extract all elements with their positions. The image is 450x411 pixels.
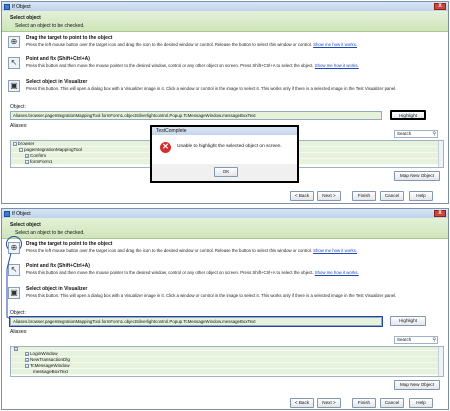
- option-drag-target: ⊕ Drag the target to point to the object…: [8, 241, 442, 259]
- close-button[interactable]: X: [434, 3, 446, 10]
- object-field[interactable]: Aliases.browser.pageIntegrationMappingTo…: [10, 111, 382, 120]
- wizard-header: Select object Select an object to be che…: [2, 11, 448, 32]
- ok-button[interactable]: OK: [214, 167, 238, 177]
- target-icon[interactable]: ⊕: [8, 242, 20, 254]
- header-title: Select object: [10, 15, 41, 21]
- highlight-button[interactable]: Highlight: [390, 110, 426, 120]
- option-visualizer: ▣ Select object in Visualizer Press this…: [8, 79, 442, 97]
- back-button[interactable]: < Back: [290, 398, 314, 408]
- collapse-icon[interactable]: −: [25, 159, 29, 164]
- help-button[interactable]: Help: [409, 398, 433, 408]
- help-button[interactable]: Help: [409, 191, 433, 201]
- expand-icon[interactable]: +: [25, 153, 29, 158]
- map-new-object-button[interactable]: Map New Object: [394, 380, 440, 390]
- error-dialog: TestComplete ✕ Unable to highlight the s…: [150, 125, 299, 183]
- option-desc: Press this button and then move the mous…: [26, 270, 359, 275]
- cursor-icon[interactable]: ↖: [8, 264, 20, 276]
- visualizer-icon[interactable]: ▣: [8, 80, 20, 92]
- option-title: Select object in Visualizer: [26, 79, 88, 85]
- next-button[interactable]: Next >: [317, 191, 341, 201]
- finish-button[interactable]: Finish: [352, 191, 376, 201]
- option-title: Drag the target to point to the object: [26, 241, 113, 247]
- dialog-message: Unable to highlight the selected object …: [177, 144, 282, 149]
- option-desc: Press this button. This will open a dial…: [26, 86, 397, 91]
- cancel-button[interactable]: Cancel: [380, 398, 404, 408]
- option-point-fix: ↖ Point and fix (Shift+Ctrl+A) Press thi…: [8, 263, 442, 281]
- title-bar: If Object X: [2, 209, 448, 218]
- app-icon: [4, 210, 10, 217]
- close-button[interactable]: X: [434, 210, 446, 217]
- show-me-link[interactable]: Show me how it works.: [313, 42, 357, 47]
- option-title: Point and fix (Shift+Ctrl+A): [26, 56, 90, 62]
- collapse-icon[interactable]: −: [25, 363, 29, 368]
- search-input[interactable]: Search ⚲: [394, 336, 438, 344]
- cursor-icon[interactable]: ↖: [8, 57, 20, 69]
- header-subtitle: Select an object to be checked.: [15, 23, 85, 29]
- wizard-window-1: If Object X Select object Select an obje…: [1, 1, 449, 204]
- option-desc: Press this button and then move the mous…: [26, 63, 359, 68]
- option-title: Drag the target to point to the object: [26, 35, 113, 41]
- tree-item[interactable]: messageBoxText: [11, 369, 443, 375]
- search-icon: ⚲: [432, 337, 436, 343]
- aliases-label: Aliases:: [10, 329, 28, 335]
- object-field[interactable]: Aliases.browser.pageIntegrationMappingTo…: [9, 316, 383, 327]
- search-icon: ⚲: [432, 131, 436, 137]
- finish-button[interactable]: Finish: [352, 398, 376, 408]
- option-desc: Press this button. This will open a dial…: [26, 293, 397, 298]
- window-title: If Object: [12, 210, 31, 217]
- option-title: Point and fix (Shift+Ctrl+A): [26, 263, 90, 269]
- option-drag-target: ⊕ Drag the target to point to the object…: [8, 35, 442, 53]
- option-desc: Press the left mouse button over the tar…: [26, 248, 358, 253]
- collapse-icon[interactable]: −: [19, 147, 23, 152]
- app-icon: [4, 3, 10, 10]
- show-me-link[interactable]: Show me how it works.: [315, 270, 359, 275]
- target-icon[interactable]: ⊕: [8, 36, 20, 48]
- aliases-label: Aliases:: [10, 123, 28, 129]
- dialog-title: TestComplete: [152, 127, 297, 135]
- option-visualizer: ▣ Select object in Visualizer Press this…: [8, 286, 442, 304]
- title-bar: If Object X: [2, 2, 448, 11]
- back-button[interactable]: < Back: [290, 191, 314, 201]
- search-input[interactable]: Search ⚲: [394, 130, 438, 138]
- aliases-tree: + + LoginWindow + NewTransactionDlg − TcMes…: [10, 346, 444, 377]
- dialog-button-bar: OK: [152, 164, 297, 181]
- expand-icon[interactable]: +: [25, 357, 29, 362]
- drag-path-annotation: [6, 252, 15, 322]
- visualizer-icon[interactable]: ▣: [8, 287, 20, 299]
- next-button[interactable]: Next >: [317, 398, 341, 408]
- collapse-icon[interactable]: −: [13, 141, 17, 146]
- expand-icon[interactable]: +: [25, 351, 29, 356]
- header-title: Select object: [10, 222, 41, 228]
- object-label: Object:: [10, 310, 26, 316]
- header-subtitle: Select an object to be checked.: [15, 230, 85, 236]
- object-label: Object:: [10, 104, 26, 110]
- show-me-link[interactable]: Show me how it works.: [313, 248, 357, 253]
- option-point-fix: ↖ Point and fix (Shift+Ctrl+A) Press thi…: [8, 56, 442, 74]
- expand-icon[interactable]: +: [14, 347, 18, 351]
- window-title: If Object: [12, 3, 31, 10]
- scrollbar[interactable]: [438, 141, 443, 167]
- highlight-button[interactable]: Highlight: [390, 316, 426, 326]
- error-icon: ✕: [160, 142, 171, 153]
- map-new-object-button[interactable]: Map New Object: [394, 171, 440, 181]
- show-me-link[interactable]: Show me how it works.: [315, 63, 359, 68]
- option-desc: Press the left mouse button over the tar…: [26, 42, 358, 47]
- cancel-button[interactable]: Cancel: [380, 191, 404, 201]
- option-title: Select object in Visualizer: [26, 286, 88, 292]
- scrollbar[interactable]: [438, 347, 443, 376]
- wizard-header: Select object Select an object to be che…: [2, 218, 448, 239]
- wizard-window-2: If Object X Select object Select an obje…: [1, 208, 449, 410]
